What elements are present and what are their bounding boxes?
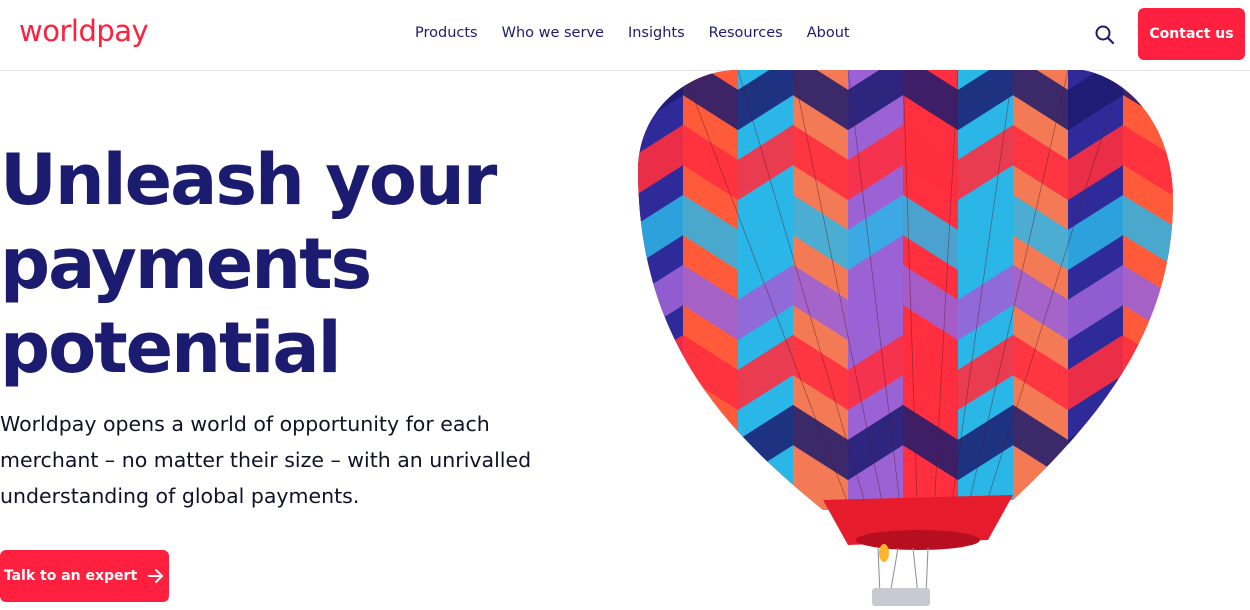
nav-item-products[interactable]: Products bbox=[415, 25, 478, 41]
hero-description: Worldpay opens a world of opportunity fo… bbox=[0, 412, 532, 508]
site-header: worldpay Products Who we serve Insights … bbox=[0, 0, 1250, 71]
hero-title-line-3: potential bbox=[0, 307, 342, 389]
nav-item-who-we-serve[interactable]: Who we serve bbox=[502, 25, 604, 41]
hero-title-line-1: Unleash your bbox=[0, 139, 497, 221]
contact-us-button[interactable]: Contact us bbox=[1138, 8, 1245, 60]
hero-title-line-2: payments bbox=[0, 223, 372, 305]
hot-air-balloon-image bbox=[628, 70, 1180, 606]
worldpay-logo[interactable]: worldpay bbox=[19, 14, 149, 48]
nav-item-resources[interactable]: Resources bbox=[709, 25, 783, 41]
nav-item-about[interactable]: About bbox=[807, 25, 850, 41]
cta-label: Talk to an expert bbox=[3, 568, 138, 584]
talk-to-an-expert-button[interactable]: Talk to an expert bbox=[0, 550, 169, 602]
nav-item-insights[interactable]: Insights bbox=[628, 25, 685, 41]
main-nav: Products Who we serve Insights Resources… bbox=[415, 25, 874, 41]
hero-title: Unleash your payments potential bbox=[0, 138, 600, 390]
search-icon[interactable] bbox=[1093, 23, 1117, 47]
arrow-right-icon bbox=[147, 567, 165, 585]
